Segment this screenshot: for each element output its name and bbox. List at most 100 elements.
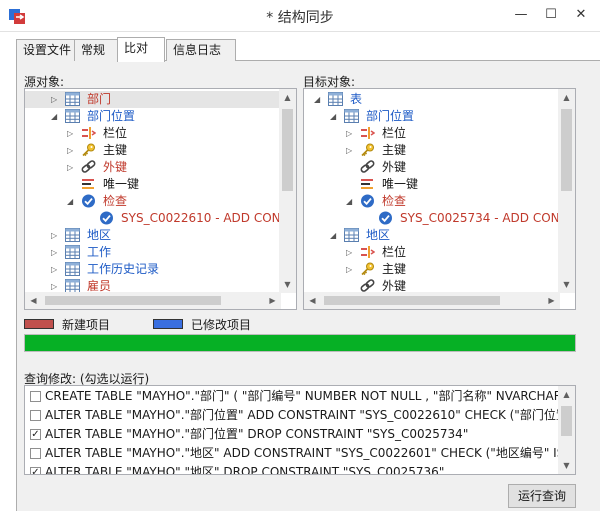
tree-node[interactable]: ▷ 外键 bbox=[25, 159, 281, 176]
scroll-up-icon[interactable]: ▲ bbox=[558, 386, 575, 403]
tree-node[interactable]: ▷ 栏位 bbox=[304, 244, 560, 261]
scroll-right-icon[interactable]: ▶ bbox=[543, 292, 560, 309]
modified-item-swatch bbox=[153, 319, 183, 329]
table-icon bbox=[65, 279, 80, 293]
checkbox-checked[interactable]: ✓ bbox=[30, 467, 41, 474]
tree-node-label: 主键 bbox=[382, 262, 407, 276]
tree-node[interactable]: ▷ 工作 bbox=[25, 244, 281, 261]
expand-arrow-icon[interactable]: ▷ bbox=[67, 159, 73, 176]
tree-node[interactable]: ▷ 地区 bbox=[25, 227, 281, 244]
minimize-button[interactable]: — bbox=[506, 4, 536, 26]
tree-node[interactable]: ◢ 表 bbox=[304, 91, 560, 108]
scroll-thumb[interactable] bbox=[324, 296, 500, 305]
collapse-arrow-icon[interactable]: ◢ bbox=[330, 108, 336, 125]
tree-node[interactable]: SYS_C0025734 - ADD CONS bbox=[304, 210, 567, 227]
expand-arrow-icon[interactable]: ▷ bbox=[346, 142, 352, 159]
tree-node[interactable]: ▷ 栏位 bbox=[304, 125, 560, 142]
checkbox-checked[interactable]: ✓ bbox=[30, 429, 41, 440]
tree-node[interactable]: ▷ 主键 bbox=[304, 261, 560, 278]
tree-node[interactable]: SYS_C0022610 - ADD CONS bbox=[25, 210, 288, 227]
check-icon bbox=[360, 194, 375, 208]
check-icon bbox=[378, 211, 393, 225]
expand-arrow-icon[interactable]: ▷ bbox=[67, 125, 73, 142]
tree-node[interactable]: ▷ 部门 bbox=[25, 91, 281, 108]
tree-node[interactable]: ◢ 地区 bbox=[304, 227, 560, 244]
collapse-arrow-icon[interactable]: ◢ bbox=[346, 193, 352, 210]
modified-item-label: 已修改项目 bbox=[191, 318, 252, 332]
tree-node[interactable]: ◢ 检查 bbox=[304, 193, 560, 210]
expand-arrow-icon[interactable]: ▷ bbox=[51, 91, 57, 108]
scroll-thumb[interactable] bbox=[45, 296, 221, 305]
progress-fill bbox=[25, 335, 575, 351]
target-tree-vertical-scrollbar[interactable]: ▲ ▼ bbox=[558, 89, 575, 293]
target-tree[interactable]: ◢ 表 ◢ 部门位置 ▷ 栏位 ▷ 主键 外键 唯一键 ◢ 检查 SYS_C0025734 - ADD … bbox=[303, 88, 576, 310]
tree-node-label: SYS_C0022610 - ADD CONS bbox=[121, 211, 289, 225]
tree-node-label: 工作 bbox=[87, 245, 112, 259]
tab-compare[interactable]: 比对 bbox=[117, 37, 165, 62]
tree-node-label: 部门位置 bbox=[87, 109, 136, 123]
tab-settings-file[interactable]: 设置文件 bbox=[16, 39, 75, 61]
query-sql-text: ALTER TABLE "MAYHO"."地区" ADD CONSTRAINT … bbox=[45, 446, 576, 460]
scroll-thumb[interactable] bbox=[282, 109, 293, 191]
checkbox-unchecked[interactable] bbox=[30, 391, 41, 402]
scroll-up-icon[interactable]: ▲ bbox=[558, 89, 575, 106]
columns-icon bbox=[81, 126, 97, 140]
scroll-up-icon[interactable]: ▲ bbox=[279, 89, 296, 106]
tree-node[interactable]: 唯一键 bbox=[25, 176, 281, 193]
source-tree-vertical-scrollbar[interactable]: ▲ ▼ bbox=[279, 89, 296, 293]
expand-arrow-icon[interactable]: ▷ bbox=[67, 142, 73, 159]
query-row[interactable]: ✓ ALTER TABLE "MAYHO"."部门位置" DROP CONSTRA… bbox=[25, 425, 558, 444]
progress-bar bbox=[24, 334, 576, 352]
query-sql-text: ALTER TABLE "MAYHO"."地区" DROP CONSTRAINT… bbox=[45, 465, 445, 475]
scroll-right-icon[interactable]: ▶ bbox=[264, 292, 281, 309]
query-row[interactable]: CREATE TABLE "MAYHO"."部门" ( "部门编号" NUMBE… bbox=[25, 387, 575, 406]
query-row[interactable]: ✓ ALTER TABLE "MAYHO"."地区" DROP CONSTRAIN… bbox=[25, 463, 558, 475]
tab-message-log[interactable]: 信息日志 bbox=[166, 39, 236, 61]
unique-key-icon bbox=[81, 177, 96, 191]
query-row[interactable]: ALTER TABLE "MAYHO"."部门位置" ADD CONSTRAIN… bbox=[25, 406, 575, 425]
scroll-thumb[interactable] bbox=[561, 406, 572, 436]
collapse-arrow-icon[interactable]: ◢ bbox=[51, 108, 57, 125]
new-item-label: 新建项目 bbox=[62, 318, 111, 332]
run-query-button[interactable]: 运行查询 bbox=[508, 484, 576, 508]
checkbox-unchecked[interactable] bbox=[30, 410, 41, 421]
scroll-left-icon[interactable]: ◀ bbox=[304, 292, 321, 309]
collapse-arrow-icon[interactable]: ◢ bbox=[314, 91, 320, 108]
scroll-left-icon[interactable]: ◀ bbox=[25, 292, 42, 309]
expand-arrow-icon[interactable]: ▷ bbox=[51, 261, 57, 278]
expand-arrow-icon[interactable]: ▷ bbox=[346, 125, 352, 142]
tree-node[interactable]: ◢ 部门位置 bbox=[304, 108, 560, 125]
expand-arrow-icon[interactable]: ▷ bbox=[51, 244, 57, 261]
expand-arrow-icon[interactable]: ▷ bbox=[346, 261, 352, 278]
tree-node[interactable]: ▷ 主键 bbox=[304, 142, 560, 159]
key-icon bbox=[360, 262, 375, 276]
source-tree[interactable]: ▷ 部门 ◢ 部门位置 ▷ 栏位 ▷ 主键 ▷ 外键 唯一键 ◢ 检查 SYS_C0022610 - AD… bbox=[24, 88, 297, 310]
collapse-arrow-icon[interactable]: ◢ bbox=[67, 193, 73, 210]
scroll-down-icon[interactable]: ▼ bbox=[558, 276, 575, 293]
maximize-button[interactable]: ☐ bbox=[536, 4, 566, 26]
tree-node-label: 外键 bbox=[103, 160, 128, 174]
tree-node[interactable]: 唯一键 bbox=[304, 176, 560, 193]
link-icon bbox=[360, 160, 375, 174]
query-list[interactable]: CREATE TABLE "MAYHO"."部门" ( "部门编号" NUMBE… bbox=[24, 385, 576, 475]
tree-node[interactable]: ▷ 主键 bbox=[25, 142, 281, 159]
expand-arrow-icon[interactable]: ▷ bbox=[346, 244, 352, 261]
tab-general[interactable]: 常规 bbox=[74, 39, 118, 61]
collapse-arrow-icon[interactable]: ◢ bbox=[330, 227, 336, 244]
target-tree-horizontal-scrollbar[interactable]: ◀ ▶ bbox=[304, 292, 560, 309]
query-row[interactable]: ALTER TABLE "MAYHO"."地区" ADD CONSTRAINT … bbox=[25, 444, 575, 463]
query-list-vertical-scrollbar[interactable]: ▲ ▼ bbox=[558, 386, 575, 474]
tree-node[interactable]: ◢ 部门位置 bbox=[25, 108, 281, 125]
checkbox-unchecked[interactable] bbox=[30, 448, 41, 459]
close-button[interactable]: ✕ bbox=[566, 4, 596, 26]
source-tree-horizontal-scrollbar[interactable]: ◀ ▶ bbox=[25, 292, 281, 309]
scroll-down-icon[interactable]: ▼ bbox=[279, 276, 296, 293]
tree-node[interactable]: ◢ 检查 bbox=[25, 193, 281, 210]
expand-arrow-icon[interactable]: ▷ bbox=[51, 227, 57, 244]
tree-node[interactable]: 外键 bbox=[304, 159, 560, 176]
tree-node[interactable]: ▷ 栏位 bbox=[25, 125, 281, 142]
tree-node[interactable]: ▷ 工作历史记录 bbox=[25, 261, 281, 278]
tree-node-label: 部门位置 bbox=[366, 109, 415, 123]
scroll-down-icon[interactable]: ▼ bbox=[558, 457, 575, 474]
scroll-thumb[interactable] bbox=[561, 109, 572, 191]
